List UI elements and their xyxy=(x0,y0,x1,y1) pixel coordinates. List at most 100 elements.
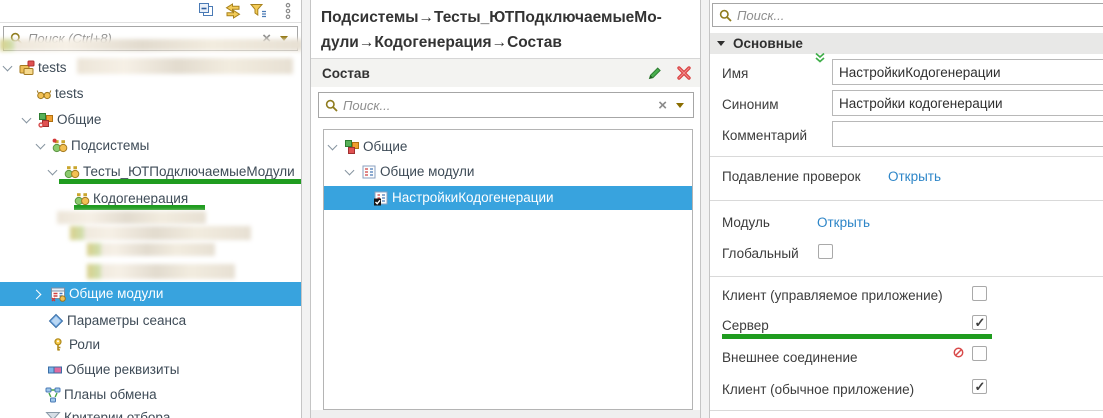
tree-item-common[interactable]: Общие xyxy=(324,136,692,158)
managed-client-checkbox[interactable] xyxy=(972,286,987,301)
chevron-down-icon[interactable] xyxy=(21,113,32,124)
editor-panel: Подсистемы→Тесты_ЮТПодключаемыеМо- дули→… xyxy=(311,0,700,418)
chevron-down-icon[interactable] xyxy=(344,165,355,176)
tree-item-label: Подсистемы xyxy=(71,138,150,153)
breadcrumb-line-2: дули→Кодогенерация→Состав xyxy=(321,34,562,51)
tree-item-label: tests xyxy=(38,60,67,75)
tree-item-label: Общие модули xyxy=(380,164,475,179)
divider xyxy=(710,410,1103,411)
tree-item-label: Планы обмена xyxy=(64,387,157,402)
link-with-editor-icon[interactable] xyxy=(224,2,242,20)
chevron-down-icon[interactable] xyxy=(327,140,338,151)
tree-item-subsystems[interactable]: Подсистемы xyxy=(0,135,301,157)
tree-item-common[interactable]: Общие xyxy=(0,109,301,131)
navigator-panel: × tests tests Общие Подсистемы xyxy=(0,0,303,418)
properties-panel: Основные Имя Синоним Комментарий Подавле… xyxy=(710,0,1103,418)
tree-item-common-attributes[interactable]: Общие реквизиты xyxy=(0,359,301,381)
role-key-icon xyxy=(50,337,66,353)
session-parameter-icon xyxy=(48,313,64,329)
tree-item-session-parameters[interactable]: Параметры сеанса xyxy=(0,310,301,332)
chevron-down-icon[interactable] xyxy=(2,61,13,72)
server-checkbox[interactable] xyxy=(972,315,987,330)
ordinary-client-label: Клиент (обычное приложение) xyxy=(722,382,915,397)
view-menu-icon[interactable] xyxy=(284,2,292,20)
name-field[interactable] xyxy=(832,59,1103,85)
tree-item-label: Параметры сеанса xyxy=(67,313,187,328)
tree-item-roles[interactable]: Роли xyxy=(0,334,301,356)
tree-item-label: Тесты_ЮТПодключаемыеМодули xyxy=(83,164,295,179)
search-icon xyxy=(719,9,732,22)
tree-item-codegen-settings[interactable]: НастройкиКодогенерации xyxy=(324,186,692,210)
tree-item-label: НастройкиКодогенерации xyxy=(392,190,554,205)
edit-pencil-icon[interactable] xyxy=(647,65,663,81)
clear-search-icon[interactable]: × xyxy=(658,98,667,113)
suppress-checks-label: Подавление проверок xyxy=(722,169,861,184)
properties-search-input[interactable] xyxy=(737,7,1103,23)
filter-icon[interactable] xyxy=(249,2,267,20)
redacted-row xyxy=(87,243,215,256)
content-search: × xyxy=(318,92,694,118)
suppress-checks-open-link[interactable]: Открыть xyxy=(888,169,941,184)
chevron-down-icon[interactable] xyxy=(35,139,46,150)
redacted-row xyxy=(0,39,303,51)
ordinary-client-checkbox[interactable] xyxy=(972,379,987,394)
external-connection-label: Внешнее соединение xyxy=(722,350,858,365)
global-checkbox[interactable] xyxy=(818,244,833,259)
green-underline xyxy=(74,205,205,210)
name-label: Имя xyxy=(722,66,749,81)
tree-item-exchange-plans[interactable]: Планы обмена xyxy=(0,384,301,406)
group-header-main[interactable]: Основные xyxy=(710,33,1103,54)
redacted-row xyxy=(57,211,206,224)
panel-splitter[interactable] xyxy=(700,0,710,418)
no-entry-icon xyxy=(953,347,964,358)
common-module-icon xyxy=(361,164,377,180)
tree-item-common-modules[interactable]: Общие модули xyxy=(324,161,692,183)
tree-item-label: Роли xyxy=(69,337,101,352)
tree-item-label: Общие реквизиты xyxy=(66,362,180,377)
chevron-down-icon[interactable] xyxy=(47,165,58,176)
divider xyxy=(710,156,1103,157)
chevron-right-icon[interactable] xyxy=(31,289,42,299)
divider xyxy=(710,276,1103,277)
tree-item-label: tests xyxy=(55,86,84,101)
global-label: Глобальный xyxy=(722,246,799,261)
tree-item-filter-criteria[interactable]: Критерии отбора xyxy=(0,407,301,418)
module-checked-icon xyxy=(373,190,389,206)
configuration-icon xyxy=(36,86,52,102)
redacted-text xyxy=(77,58,293,74)
group-title: Основные xyxy=(733,36,803,51)
panel-splitter[interactable] xyxy=(301,0,311,418)
common-blocks-icon xyxy=(38,112,54,128)
subsystem-icon xyxy=(64,164,80,180)
collapse-all-icon[interactable] xyxy=(197,2,215,20)
panel-footer-strip xyxy=(311,410,700,418)
breadcrumb-line-1: Подсистемы→Тесты_ЮТПодключаемыеМо- xyxy=(321,9,662,26)
double-chevron-down-icon[interactable] xyxy=(814,52,826,64)
synonym-label: Синоним xyxy=(722,97,779,112)
comment-field[interactable] xyxy=(832,121,1103,147)
synonym-field[interactable] xyxy=(832,90,1103,116)
green-underline xyxy=(722,334,992,339)
comment-label: Комментарий xyxy=(722,128,808,143)
content-section-header: Состав xyxy=(311,59,700,87)
common-modules-icon xyxy=(50,286,66,302)
collapse-triangle-icon xyxy=(717,41,725,46)
delete-x-icon[interactable] xyxy=(676,65,692,81)
common-blocks-icon xyxy=(344,139,360,155)
tree-item-label: Общие xyxy=(363,139,408,154)
module-label: Модуль xyxy=(722,215,770,230)
module-open-link[interactable]: Открыть xyxy=(817,215,870,230)
subsystem-icon xyxy=(52,138,68,154)
content-search-input[interactable] xyxy=(343,97,650,113)
divider xyxy=(710,200,1103,201)
section-title: Состав xyxy=(322,65,370,81)
navigator-toolbar xyxy=(0,2,301,22)
redacted-row xyxy=(70,226,251,240)
tree-item-tests-config[interactable]: tests xyxy=(0,83,301,105)
external-connection-checkbox[interactable] xyxy=(972,346,987,361)
search-dropdown-icon[interactable] xyxy=(676,102,684,108)
common-attribute-icon xyxy=(47,362,63,378)
tree-item-common-modules[interactable]: Общие модули xyxy=(0,282,301,306)
tree-item-label: Общие xyxy=(57,112,102,127)
breadcrumb-title: Подсистемы→Тесты_ЮТПодключаемыеМо- дули→… xyxy=(321,5,695,55)
